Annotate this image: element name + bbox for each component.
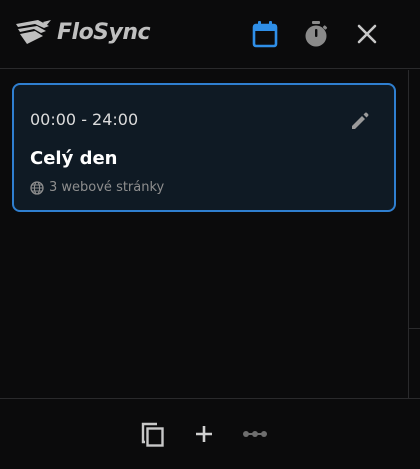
app-name: FloSync [57,19,151,45]
more-icon [243,431,267,437]
schedule-websites: 3 webové stránky [30,180,164,195]
schedule-title: Celý den [30,148,118,169]
more-button[interactable] [241,419,269,449]
websites-count: 3 webové stránky [49,180,165,195]
calendar-icon [252,21,278,48]
copy-button[interactable] [139,419,167,449]
logo-icon [16,20,51,44]
scrollbar[interactable] [408,70,420,399]
globe-icon [30,180,44,195]
scrollbar-thumb[interactable] [409,70,420,328]
scrollbar-divider [409,328,420,329]
add-button[interactable] [190,419,218,449]
add-icon [196,426,212,442]
pencil-icon [352,112,369,129]
close-button[interactable] [353,20,381,48]
close-icon [357,24,377,44]
app-logo: FloSync [15,18,151,46]
timer-icon [305,21,328,47]
timer-button[interactable] [302,20,330,48]
schedule-card[interactable]: 00:00 - 24:00 Celý den 3 webové stránky [12,83,396,212]
calendar-button[interactable] [251,20,279,48]
edit-button[interactable] [348,109,372,133]
copy-icon [141,422,164,447]
app-header: FloSync [0,0,420,69]
schedule-time-range: 00:00 - 24:00 [30,110,139,129]
app-footer [0,398,420,469]
